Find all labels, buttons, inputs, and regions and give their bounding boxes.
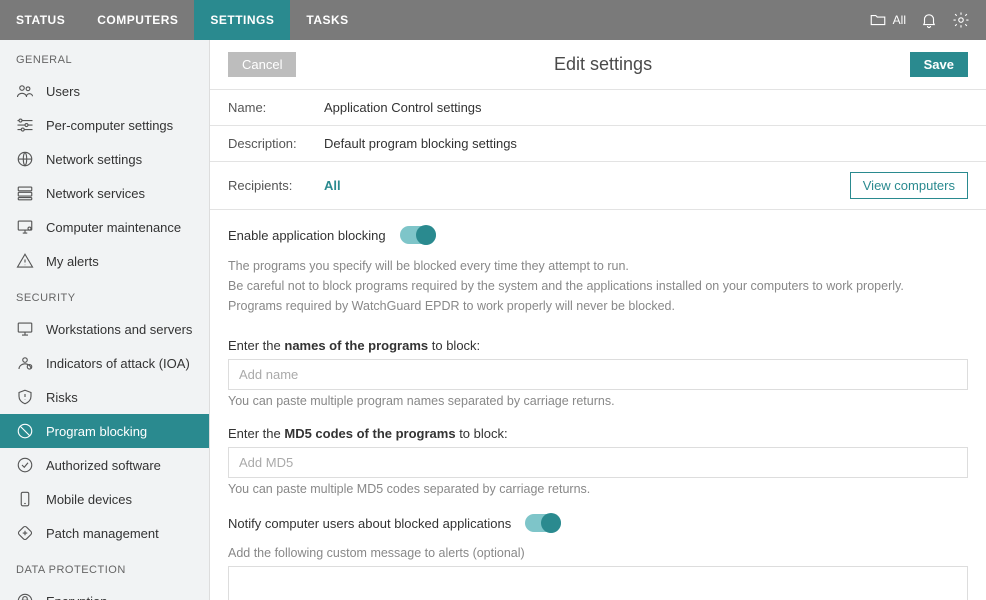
sidebar-item-patch-management[interactable]: Patch management [0,516,209,550]
bell-icon[interactable] [920,11,938,29]
sidebar-item-mobile-devices[interactable]: Mobile devices [0,482,209,516]
check-circle-icon [16,456,34,474]
mobile-icon [16,490,34,508]
sidebar-item-label: Program blocking [46,424,147,439]
md5-input[interactable] [228,447,968,478]
server-icon [16,184,34,202]
program-names-hint: You can paste multiple program names sep… [228,394,968,408]
sidebar-item-label: Workstations and servers [46,322,192,337]
sidebar-item-label: Encryption [46,594,107,600]
sidebar-item-risks[interactable]: Risks [0,380,209,414]
recipients-row: Recipients: All View computers [210,162,986,210]
monitor-gear-icon [16,218,34,236]
cancel-button[interactable]: Cancel [228,52,296,77]
helper-line: Programs required by WatchGuard EPDR to … [228,296,968,316]
encryption-icon [16,592,34,600]
helper-text: The programs you specify will be blocked… [228,256,968,316]
users-icon [16,82,34,100]
sidebar-item-label: My alerts [46,254,99,269]
name-label: Name: [228,100,308,115]
monitor-icon [16,320,34,338]
sidebar-item-ioa[interactable]: Indicators of attack (IOA) [0,346,209,380]
name-value[interactable]: Application Control settings [324,100,482,115]
sidebar-group-security: SECURITY [0,278,209,312]
sidebar-item-label: Patch management [46,526,159,541]
description-row: Description: Default program blocking se… [210,126,986,162]
notify-users-label: Notify computer users about blocked appl… [228,516,511,531]
enable-blocking-label: Enable application blocking [228,228,386,243]
page-header: Cancel Edit settings Save [210,40,986,90]
tab-status[interactable]: STATUS [0,0,81,40]
program-names-label: Enter the names of the programs to block… [228,338,968,353]
alert-icon [16,252,34,270]
folder-icon [869,11,887,29]
description-value[interactable]: Default program blocking settings [324,136,517,151]
program-names-input[interactable] [228,359,968,390]
tab-computers[interactable]: COMPUTERS [81,0,194,40]
sidebar-item-encryption[interactable]: Encryption [0,584,209,600]
content-area: Cancel Edit settings Save Name: Applicat… [210,40,986,600]
sidebar-item-label: Risks [46,390,78,405]
sidebar-item-network-services[interactable]: Network services [0,176,209,210]
target-icon [16,354,34,372]
top-navigation: STATUS COMPUTERS SETTINGS TASKS All [0,0,986,40]
description-label: Description: [228,136,308,151]
recipients-value[interactable]: All [324,178,341,193]
page-title: Edit settings [296,54,909,75]
sidebar-item-label: Mobile devices [46,492,132,507]
md5-hint: You can paste multiple MD5 codes separat… [228,482,968,496]
custom-message-label: Add the following custom message to aler… [228,546,968,560]
notify-users-toggle[interactable] [525,514,561,532]
sidebar-item-label: Users [46,84,80,99]
md5-label: Enter the MD5 codes of the programs to b… [228,426,968,441]
recipients-label: Recipients: [228,178,308,193]
tab-settings[interactable]: SETTINGS [194,0,290,40]
sidebar-item-label: Per-computer settings [46,118,173,133]
filter-label: All [893,13,906,27]
save-button[interactable]: Save [910,52,968,77]
helper-line: Be careful not to block programs require… [228,276,968,296]
enable-blocking-toggle[interactable] [400,226,436,244]
gear-icon[interactable] [952,11,970,29]
sidebar-item-label: Indicators of attack (IOA) [46,356,190,371]
globe-icon [16,150,34,168]
sidebar-item-program-blocking[interactable]: Program blocking [0,414,209,448]
helper-line: The programs you specify will be blocked… [228,256,968,276]
block-icon [16,422,34,440]
sidebar-item-users[interactable]: Users [0,74,209,108]
filter-chip[interactable]: All [869,11,906,29]
sidebar-item-label: Network settings [46,152,142,167]
shield-alert-icon [16,388,34,406]
sliders-icon [16,116,34,134]
sidebar-group-data-protection: DATA PROTECTION [0,550,209,584]
sidebar: GENERAL Users Per-computer settings Netw… [0,40,210,600]
sidebar-item-authorized-software[interactable]: Authorized software [0,448,209,482]
sidebar-item-my-alerts[interactable]: My alerts [0,244,209,278]
tab-tasks[interactable]: TASKS [290,0,364,40]
custom-message-textarea[interactable] [228,566,968,600]
patch-icon [16,524,34,542]
sidebar-item-label: Authorized software [46,458,161,473]
sidebar-item-workstations[interactable]: Workstations and servers [0,312,209,346]
sidebar-item-per-computer[interactable]: Per-computer settings [0,108,209,142]
sidebar-item-label: Computer maintenance [46,220,181,235]
view-computers-button[interactable]: View computers [850,172,968,199]
name-row: Name: Application Control settings [210,90,986,126]
sidebar-item-label: Network services [46,186,145,201]
sidebar-item-network-settings[interactable]: Network settings [0,142,209,176]
sidebar-item-computer-maintenance[interactable]: Computer maintenance [0,210,209,244]
sidebar-group-general: GENERAL [0,40,209,74]
